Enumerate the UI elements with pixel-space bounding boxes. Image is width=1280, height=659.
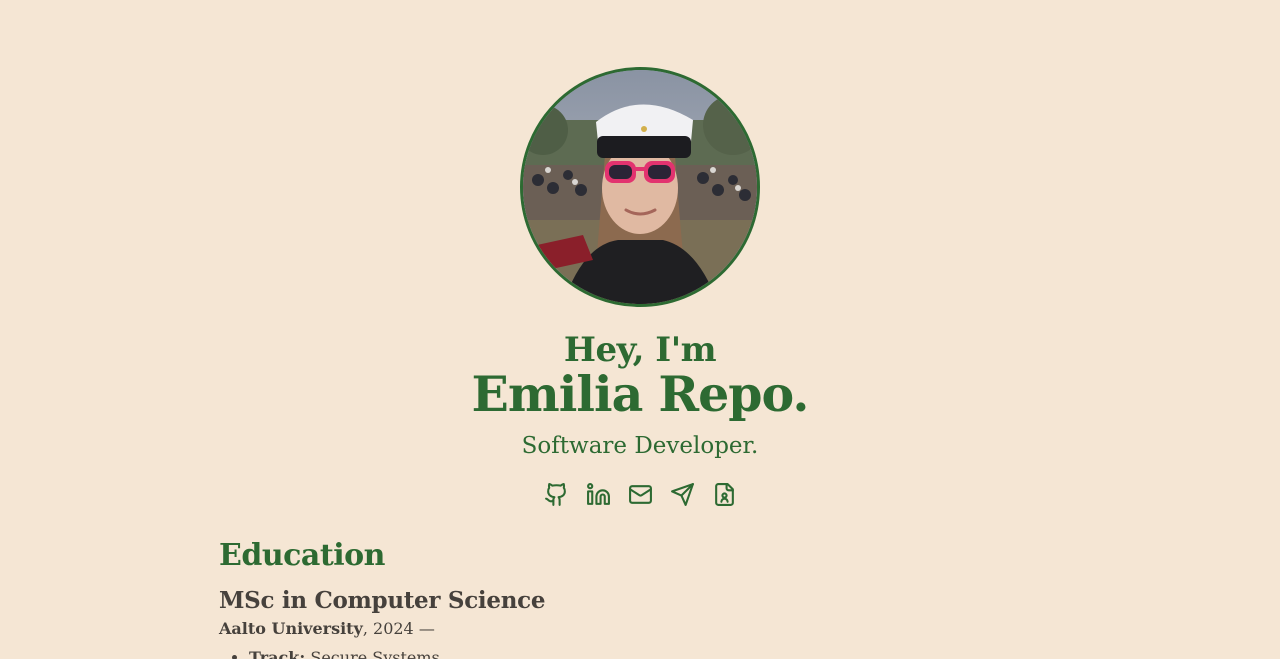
education-entry: MSc in Computer Science Aalto University…: [219, 587, 1061, 659]
social-links: [544, 482, 737, 507]
detail-label: Track:: [249, 648, 306, 659]
avatar-photo: [523, 70, 757, 304]
resume-link[interactable]: [712, 482, 737, 507]
list-item: Track: Secure Systems: [249, 647, 1061, 659]
degree-details: Track: Secure Systems: [219, 647, 1061, 659]
email-link[interactable]: [628, 482, 653, 507]
hero-name: Emilia Repo.: [471, 365, 810, 424]
detail-value: Secure Systems: [310, 648, 440, 659]
linkedin-link[interactable]: [586, 482, 611, 507]
hero-section: Hey, I'm Emilia Repo. Software Developer…: [0, 0, 1280, 507]
linkedin-icon: [586, 483, 610, 506]
hero-greeting: Hey, I'm: [563, 330, 717, 370]
mail-icon: [628, 485, 652, 505]
degree-meta: Aalto University, 2024 —: [219, 619, 1061, 640]
send-icon: [670, 483, 694, 507]
github-link[interactable]: [544, 482, 569, 507]
resume-icon: [714, 483, 734, 507]
university-name: Aalto University: [219, 618, 363, 638]
degree-period: , 2024 —: [362, 618, 435, 638]
telegram-link[interactable]: [670, 482, 695, 507]
github-icon: [544, 483, 566, 507]
education-heading: Education: [219, 538, 385, 573]
avatar: [520, 67, 760, 307]
degree-title: MSc in Computer Science: [219, 587, 546, 614]
hero-role: Software Developer.: [521, 432, 759, 459]
main-content: Education MSc in Computer Science Aalto …: [219, 538, 1061, 659]
